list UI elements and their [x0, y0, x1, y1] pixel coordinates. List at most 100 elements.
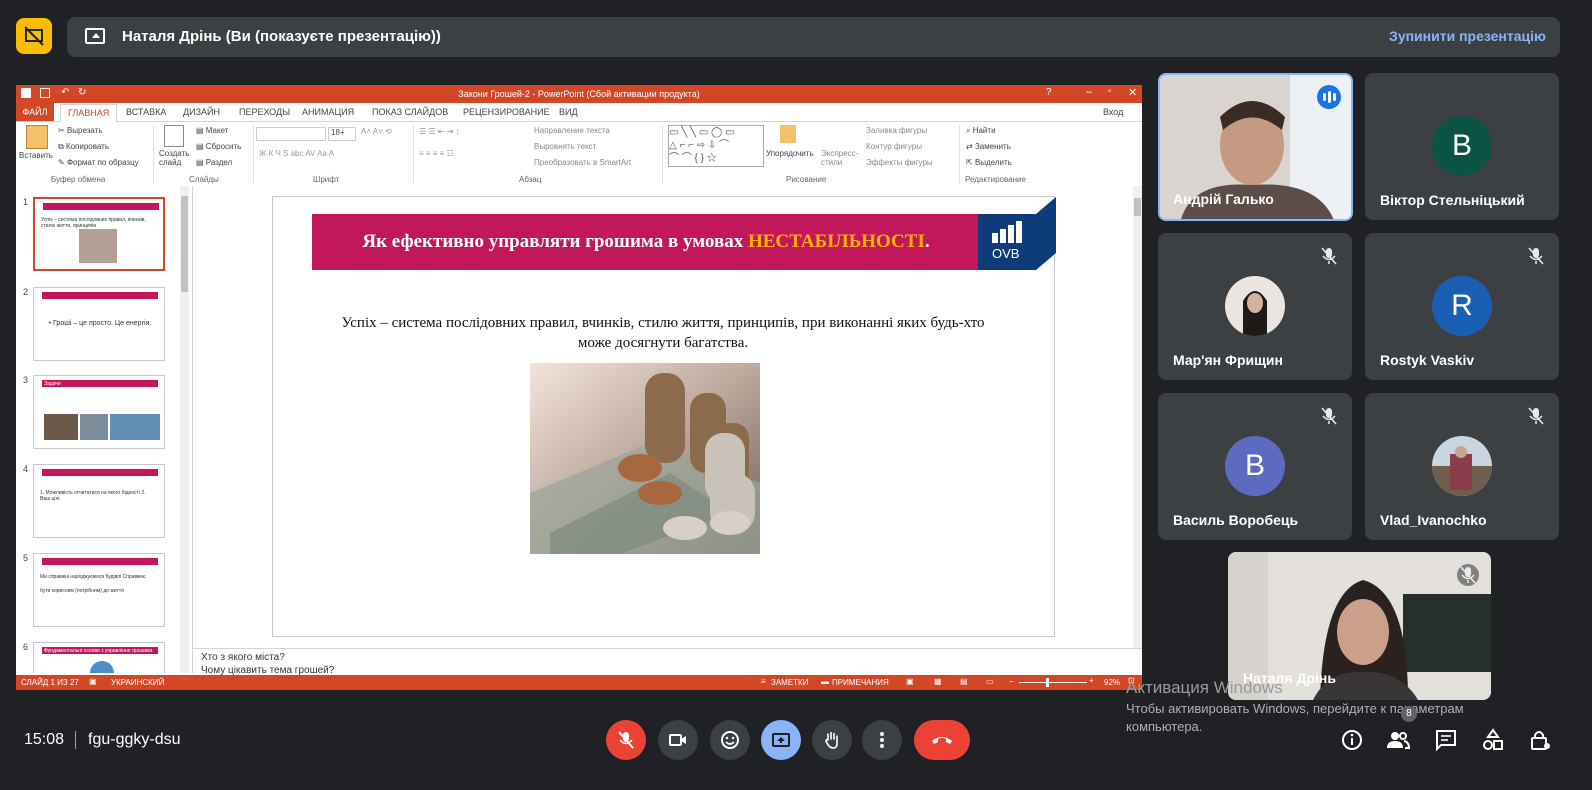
tab-view[interactable]: ВИД	[559, 107, 578, 117]
list-icons[interactable]: ☰ ☰ ⇤ ⇥ ↕	[419, 127, 460, 136]
activities-icon[interactable]	[1481, 728, 1505, 752]
slide-thumbnail[interactable]: Фундаментальні основи з управління гроши…	[33, 642, 165, 673]
slide-thumbnail[interactable]: Ми справжні народжуємося будівлі Справжн…	[33, 553, 165, 627]
participant-tile[interactable]: R Rostyk Vaskiv	[1365, 233, 1559, 380]
reset-button[interactable]: ▤ Сбросить	[196, 142, 241, 151]
copy-button[interactable]: ⧉ Копировать	[58, 142, 109, 152]
thumb-image	[90, 661, 114, 673]
participant-tile[interactable]: Мар'ян Фрищин	[1158, 233, 1352, 380]
language-indicator[interactable]: УКРАИНСКИЙ	[111, 678, 164, 687]
ppt-title-bar: ↶ ↻ Закони Грошей-2 - PowerPoint (Сбой а…	[16, 85, 1142, 103]
comments-button[interactable]: ПРИМЕЧАНИЯ	[832, 678, 889, 687]
replace-button[interactable]: ⇄ Заменить	[966, 142, 1011, 151]
present-off-icon[interactable]	[16, 18, 52, 54]
camera-toggle-button[interactable]	[658, 720, 698, 760]
zoom-slider[interactable]	[1019, 682, 1087, 683]
notes-button[interactable]: ЗАМЕТКИ	[771, 678, 808, 687]
present-screen-button[interactable]	[761, 720, 801, 760]
meeting-info-icon[interactable]	[1340, 728, 1364, 752]
arrange-button[interactable]: Упорядочить	[766, 149, 814, 158]
cut-button[interactable]: ✂ Вырезать	[58, 126, 103, 135]
participant-tile[interactable]: В Василь Воробець	[1158, 393, 1352, 540]
coins-money-image[interactable]	[530, 363, 760, 554]
font-group-label: Шрифт	[313, 175, 340, 184]
shape-effects-button[interactable]: Эффекты фигуры	[866, 158, 933, 167]
comments-icon[interactable]: ▬	[821, 677, 829, 686]
slide-sorter-icon[interactable]: ▦	[934, 677, 942, 686]
notes-icon[interactable]: ≡	[761, 677, 766, 686]
align-text-button[interactable]: Выровнять текст	[534, 142, 596, 151]
zoom-slider-thumb[interactable]	[1046, 678, 1049, 687]
slide-editor[interactable]: Як ефективно управляти грошима в умовах …	[193, 186, 1133, 648]
section-button[interactable]: ▤ Раздел	[196, 158, 232, 167]
participant-tile[interactable]: Vlad_Ivanochko	[1365, 393, 1559, 540]
spellcheck-icon[interactable]: ▣	[89, 677, 97, 686]
normal-view-icon[interactable]: ▣	[906, 677, 914, 686]
slide-thumbnails-pane[interactable]: 1 Успіх – система послідовних правил, вч…	[16, 186, 193, 673]
zoom-out-icon[interactable]: −	[1009, 677, 1014, 686]
thumbs-scroll-thumb[interactable]	[181, 196, 188, 292]
emoji-reactions-button[interactable]	[710, 720, 750, 760]
sign-in-link[interactable]: Вход	[1103, 107, 1123, 117]
slide-body-text[interactable]: Успіх – система послідовних правил, вчин…	[328, 313, 998, 353]
smartart-button[interactable]: Преобразовать в SmartArt	[534, 158, 631, 167]
reading-view-icon[interactable]: ▤	[960, 677, 968, 686]
participant-tile[interactable]: В Віктор Стельніцький	[1365, 73, 1559, 220]
new-slide-button[interactable]: Создать слайд	[159, 149, 189, 167]
shapes-gallery[interactable]: ▭ ╲ ╲ ▭ ◯ ▭ △ ⌐ ⌐ ⇨ ⇩ ⌒ ⌒ ⌒ { } ☆	[668, 125, 764, 167]
layout-button[interactable]: ▤ Макет	[196, 126, 228, 135]
chat-icon[interactable]	[1434, 728, 1458, 752]
more-options-button[interactable]	[862, 720, 902, 760]
stop-presenting-button[interactable]: Зупинити презентацію	[1389, 28, 1546, 44]
tab-animation[interactable]: АНИМАЦИЯ	[302, 107, 354, 117]
find-button[interactable]: ⌕ Найти	[966, 126, 996, 136]
editor-scrollbar[interactable]	[1133, 186, 1142, 648]
shape-outline-button[interactable]: Контур фигуры	[866, 142, 922, 151]
new-slide-icon[interactable]	[164, 125, 184, 147]
tab-insert[interactable]: ВСТАВКА	[126, 107, 166, 117]
tab-file[interactable]: ФАЙЛ	[16, 103, 54, 121]
leave-call-button[interactable]	[914, 720, 970, 760]
format-painter-button[interactable]: ✎ Формат по образцу	[58, 158, 139, 167]
slide-thumbnail[interactable]: Задачи	[33, 375, 165, 449]
text-direction-button[interactable]: Направление текста	[534, 126, 610, 135]
align-icons[interactable]: ≡ ≡ ≡ ≡ ☷	[419, 149, 454, 158]
close-icon[interactable]: ✕	[1128, 86, 1137, 99]
font-name-select[interactable]	[256, 127, 326, 141]
paste-icon[interactable]	[26, 125, 48, 149]
quick-styles-button[interactable]: Экспресс-стили	[821, 149, 861, 167]
zoom-level[interactable]: 92%	[1104, 678, 1120, 687]
thumbs-scrollbar[interactable]	[180, 186, 189, 673]
host-controls-lock-icon[interactable]	[1528, 728, 1552, 752]
tab-design[interactable]: ДИЗАЙН	[183, 107, 220, 117]
slide-thumbnail[interactable]: 1. Можливість отчитатися на якого біднос…	[33, 464, 165, 538]
shape-fill-button[interactable]: Заливка фигуры	[866, 126, 927, 135]
people-icon[interactable]	[1386, 728, 1410, 752]
participant-tile[interactable]: Андрій Галько	[1158, 73, 1353, 221]
help-icon[interactable]: ?	[1046, 87, 1052, 98]
paste-button[interactable]: Вставить	[19, 151, 53, 160]
mic-toggle-button[interactable]	[606, 720, 646, 760]
select-button[interactable]: ⇱ Выделить	[966, 158, 1012, 167]
maximize-icon[interactable]: ▫	[1108, 86, 1112, 97]
slideshow-icon[interactable]: ▭	[986, 677, 994, 686]
tab-review[interactable]: РЕЦЕНЗИРОВАНИЕ	[463, 107, 550, 117]
zoom-in-icon[interactable]: +	[1089, 676, 1094, 685]
font-grow-icon[interactable]: A˄ A˅ ⟲	[361, 127, 392, 136]
arrange-icon[interactable]	[780, 125, 796, 143]
raise-hand-button[interactable]	[812, 720, 852, 760]
speaker-notes[interactable]: Хто з якого міста? Чому цікавить тема гр…	[193, 648, 1142, 676]
editor-scroll-thumb[interactable]	[1134, 198, 1141, 216]
meeting-code[interactable]: fgu-ggky-dsu	[88, 731, 181, 749]
tab-home[interactable]: ГЛАВНАЯ	[60, 104, 118, 122]
font-format-icons[interactable]: Ж К Ч S abc AV Aa A	[259, 149, 334, 158]
slide-thumbnail[interactable]: • Гроші – це просто. Це енергія.	[33, 287, 165, 361]
current-slide[interactable]: Як ефективно управляти грошима в умовах …	[272, 196, 1056, 637]
font-size-select[interactable]: 18+	[328, 127, 356, 141]
tab-slideshow[interactable]: ПОКАЗ СЛАЙДОВ	[372, 107, 448, 117]
slide-title[interactable]: Як ефективно управляти грошима в умовах …	[312, 214, 980, 270]
slide-thumbnail[interactable]: Успіх – система послідовних правил, вчин…	[33, 197, 165, 271]
tab-transitions[interactable]: ПЕРЕХОДЫ	[239, 107, 290, 117]
cut-label: Вырезать	[66, 126, 103, 135]
minimize-icon[interactable]: –	[1086, 86, 1092, 98]
